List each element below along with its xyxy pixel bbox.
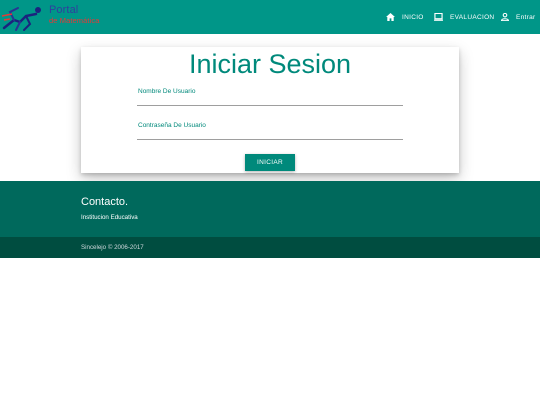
person-icon [501, 13, 509, 21]
login-card: Iniciar Sesion Nombre De Usuario Contras… [81, 47, 459, 173]
password-label: Contraseña De Usuario [138, 122, 206, 129]
nav-entrar-label: Entrar [516, 13, 536, 21]
nav-inicio-label: INICIO [402, 13, 424, 21]
iniciar-button[interactable]: INICIAR [245, 154, 295, 171]
copyright-bar: Sincelejo © 2006-2017 [0, 237, 540, 258]
username-label: Nombre De Usuario [138, 88, 196, 95]
logo-title: Portal [49, 4, 79, 16]
footer-text: Institucion Educativa [81, 214, 138, 221]
nav-entrar[interactable]: Entrar [501, 0, 536, 34]
nav-evaluacion-label: EVALUACION [450, 13, 495, 21]
laptop-icon [434, 13, 443, 21]
nav-inicio[interactable]: INICIO [386, 0, 424, 34]
top-navbar: Portal de Matemática INICIO EVALUACION E… [0, 0, 540, 34]
username-input[interactable] [137, 96, 403, 105]
nav-evaluacion[interactable]: EVALUACION [434, 0, 494, 34]
footer-title: Contacto. [81, 196, 129, 208]
site-logo[interactable]: Portal de Matemática [0, 0, 110, 34]
logo-subtitle: de Matemática [49, 16, 100, 25]
copyright-text: Sincelejo © 2006-2017 [81, 244, 144, 251]
password-input[interactable] [137, 130, 403, 139]
home-icon [386, 13, 395, 21]
page-title: Iniciar Sesion [188, 49, 352, 79]
username-field[interactable]: Nombre De Usuario [137, 88, 403, 106]
password-field[interactable]: Contraseña De Usuario [137, 122, 403, 140]
runner-logo-icon [1, 7, 41, 31]
footer: Contacto. Institucion Educativa [0, 181, 540, 237]
